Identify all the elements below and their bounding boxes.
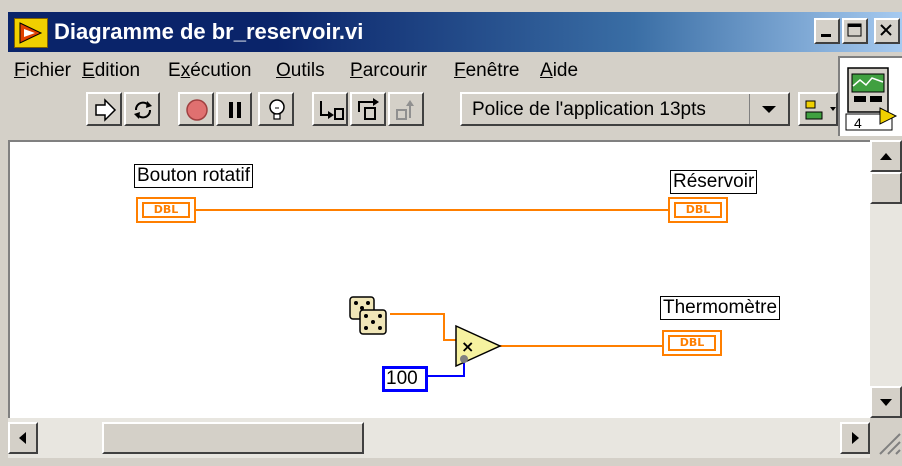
window-title: Diagramme de br_reservoir.vi — [54, 19, 364, 44]
scroll-down-button[interactable] — [870, 386, 902, 418]
run-button[interactable] — [86, 92, 122, 126]
run-continuously-button[interactable] — [124, 92, 160, 126]
font-select[interactable]: Police de l'application 13pts — [460, 92, 790, 126]
title-bar[interactable]: Diagramme de br_reservoir.vi — [8, 12, 902, 52]
vertical-scrollbar[interactable] — [870, 140, 902, 418]
knob-terminal[interactable]: DBL — [136, 197, 196, 223]
vi-window: Diagramme de br_reservoir.vi Fichier Edi… — [0, 0, 902, 466]
vi-icon: 4 — [845, 67, 898, 131]
labview-icon — [14, 18, 48, 48]
tank-type: DBL — [674, 202, 722, 218]
step-into-button[interactable] — [312, 92, 348, 126]
font-select-value: Police de l'application 13pts — [472, 99, 706, 120]
vi-icon-pane[interactable]: 4 — [838, 56, 902, 136]
knob-type: DBL — [142, 202, 190, 218]
menu-aide[interactable]: Aide — [540, 60, 578, 82]
resize-grip-icon[interactable] — [870, 418, 902, 458]
highlight-execution-icon — [269, 99, 285, 120]
multiply-node[interactable]: × — [455, 324, 502, 368]
step-out-button — [388, 92, 424, 126]
run-icon — [95, 98, 117, 122]
knob-label[interactable]: Bouton rotatif — [134, 164, 254, 188]
pause-button[interactable] — [216, 92, 252, 126]
menu-outils[interactable]: Outils — [276, 60, 325, 82]
horizontal-scrollbar[interactable] — [8, 418, 870, 458]
menu-fichier[interactable]: Fichier — [14, 60, 71, 82]
scroll-left-button[interactable] — [8, 422, 38, 454]
tank-label[interactable]: Réservoir — [670, 170, 758, 194]
tank-terminal[interactable]: DBL — [668, 197, 728, 223]
abort-button[interactable] — [178, 92, 214, 126]
vertical-scroll-thumb[interactable] — [870, 172, 902, 204]
align-objects-button[interactable] — [798, 92, 838, 126]
vi-icon-badge: 4 — [854, 115, 862, 131]
menu-edition[interactable]: Edition — [82, 60, 140, 82]
thermo-label[interactable]: Thermomètre — [660, 296, 781, 320]
step-over-icon — [358, 98, 379, 120]
scroll-up-button[interactable] — [870, 140, 902, 172]
minimize-button[interactable] — [814, 18, 840, 44]
dice-icon[interactable] — [349, 296, 387, 335]
abort-icon — [186, 99, 208, 121]
menu-fenetre[interactable]: Fenêtre — [454, 60, 519, 82]
chevron-down-icon[interactable] — [749, 94, 788, 124]
step-over-button[interactable] — [350, 92, 386, 126]
numeric-constant[interactable]: 100 — [382, 366, 428, 392]
run-continuously-icon — [134, 101, 152, 119]
scroll-right-button[interactable] — [840, 422, 870, 454]
menu-bar: Fichier Edition Exécution Outils Parcour… — [8, 56, 838, 86]
highlight-execution-button[interactable] — [258, 92, 294, 126]
thermo-terminal[interactable]: DBL — [662, 330, 722, 356]
align-icon — [805, 100, 836, 120]
maximize-button[interactable] — [842, 18, 868, 44]
step-out-icon — [396, 100, 414, 120]
thermo-type: DBL — [668, 335, 716, 351]
pause-icon — [229, 102, 241, 118]
step-into-icon — [320, 101, 344, 120]
block-diagram[interactable]: × Bouton rotatif DBL Réservoir DBL Therm… — [8, 140, 870, 418]
wire-random-to-multiply[interactable] — [390, 313, 456, 341]
menu-parcourir[interactable]: Parcourir — [350, 60, 427, 82]
horizontal-scroll-thumb[interactable] — [102, 422, 364, 454]
multiply-symbol: × — [461, 337, 474, 356]
close-button[interactable] — [874, 18, 900, 44]
menu-execution[interactable]: Exécution — [168, 60, 251, 82]
